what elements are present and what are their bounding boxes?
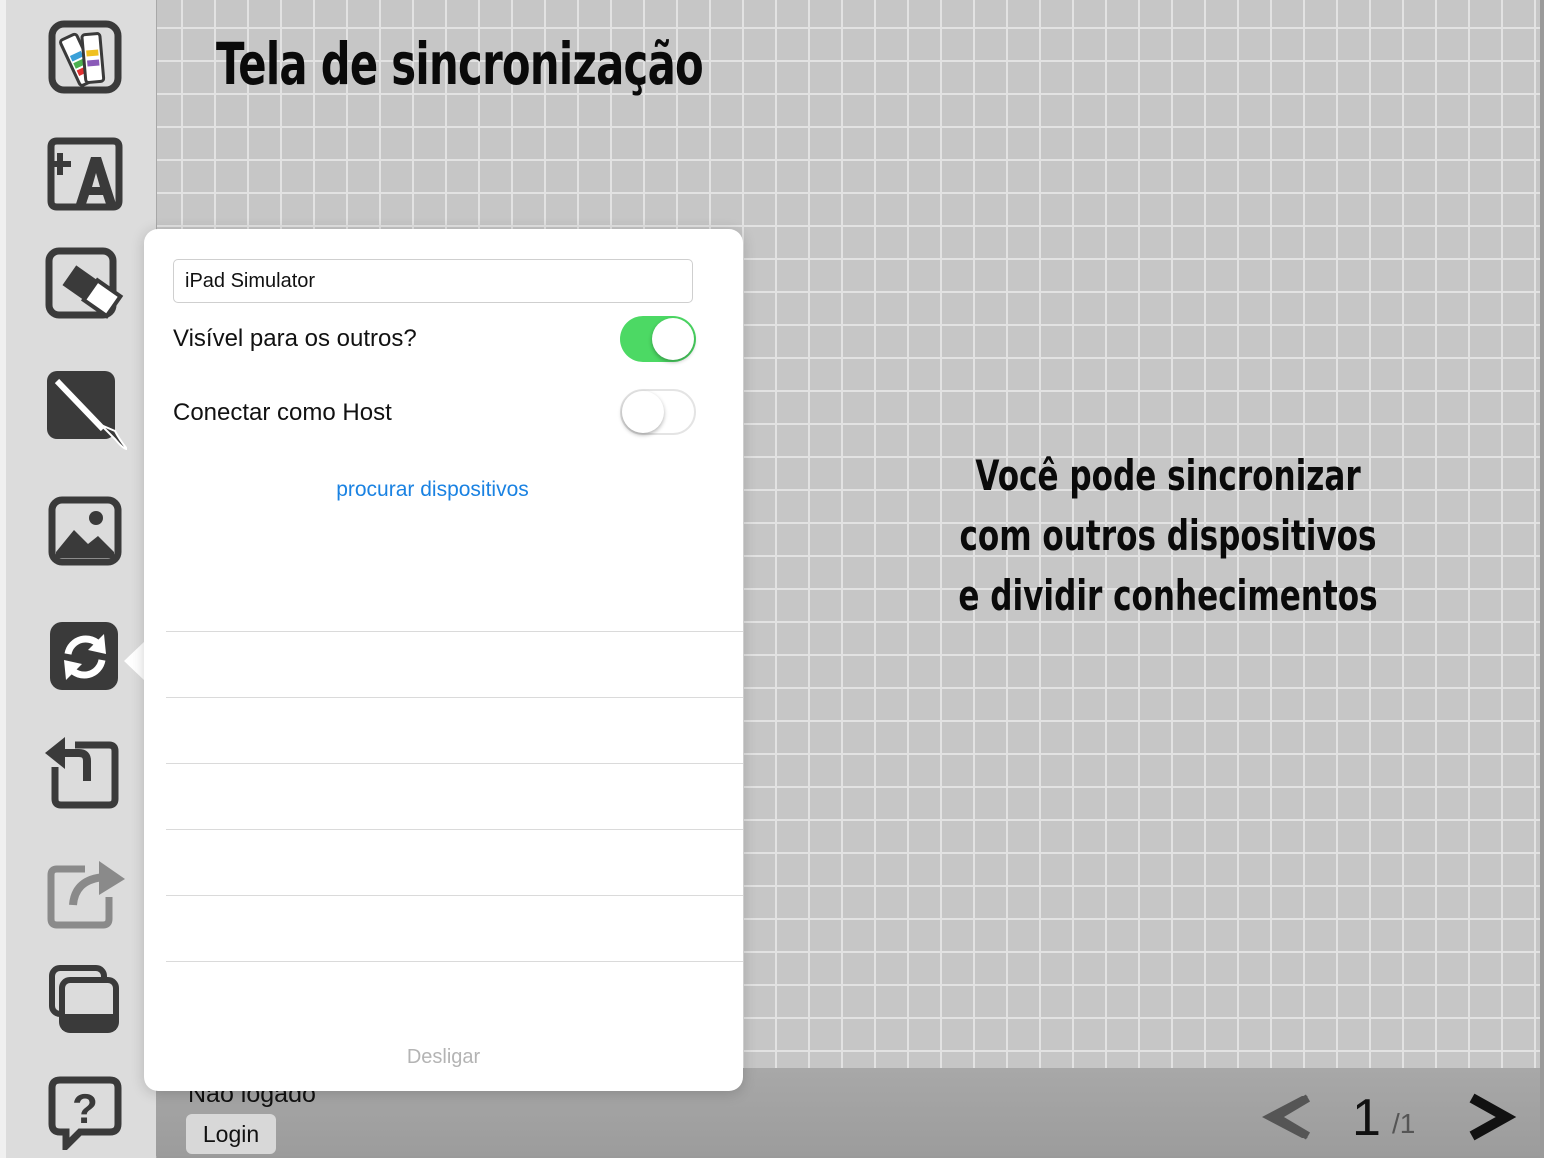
list-item[interactable] — [166, 895, 743, 962]
next-page-icon[interactable] — [1466, 1092, 1520, 1142]
image-icon — [48, 496, 122, 566]
share-tool-button[interactable] — [40, 844, 130, 934]
sync-tool-button[interactable] — [40, 612, 130, 702]
device-name-field[interactable] — [173, 259, 693, 303]
sync-popover: Visível para os outros? Conectar como Ho… — [144, 229, 743, 1091]
visible-to-others-toggle[interactable] — [620, 316, 696, 362]
svg-text:?: ? — [72, 1085, 98, 1132]
popover-arrow — [124, 641, 145, 681]
sync-description: Você pode sincronizar com outros disposi… — [958, 451, 1378, 620]
add-text-tool-button[interactable] — [40, 128, 130, 218]
visible-to-others-label: Visível para os outros? — [173, 325, 417, 352]
toggle-knob — [622, 391, 664, 433]
login-button[interactable]: Login — [186, 1114, 276, 1154]
palette-tool-button[interactable] — [40, 12, 130, 102]
undo-tool-button[interactable] — [40, 724, 130, 814]
eraser-tool-button[interactable] — [40, 240, 130, 330]
list-item[interactable] — [166, 829, 743, 895]
image-tool-button[interactable] — [40, 486, 130, 576]
connect-as-host-label: Conectar como Host — [173, 399, 392, 426]
help-tool-button[interactable]: ? — [40, 1066, 130, 1156]
brush-tool-button[interactable] — [40, 364, 130, 454]
search-devices-link[interactable]: procurar dispositivos — [144, 478, 721, 502]
share-icon — [47, 861, 125, 929]
page-title: Tela de sincronização — [216, 30, 704, 98]
toggle-knob — [652, 318, 694, 360]
paintbrush-icon — [47, 371, 127, 451]
pages-icon — [49, 965, 119, 1033]
tool-sidebar: ? — [6, 0, 157, 1158]
connect-as-host-toggle[interactable] — [620, 389, 696, 435]
color-palette-icon — [48, 20, 122, 94]
add-text-icon — [47, 137, 123, 211]
disconnect-button[interactable]: Desligar — [144, 1046, 743, 1069]
list-item[interactable] — [166, 763, 743, 829]
sync-icon — [50, 622, 118, 690]
pages-tool-button[interactable] — [40, 954, 130, 1044]
device-list — [166, 631, 743, 962]
current-page-number: 1 — [1352, 1089, 1381, 1147]
list-item[interactable] — [166, 631, 743, 697]
eraser-icon — [45, 247, 124, 319]
help-icon: ? — [48, 1076, 122, 1150]
undo-icon — [45, 737, 119, 809]
list-item[interactable] — [166, 697, 743, 763]
total-page-count: /1 — [1392, 1108, 1416, 1139]
previous-page-icon[interactable] — [1258, 1092, 1312, 1142]
